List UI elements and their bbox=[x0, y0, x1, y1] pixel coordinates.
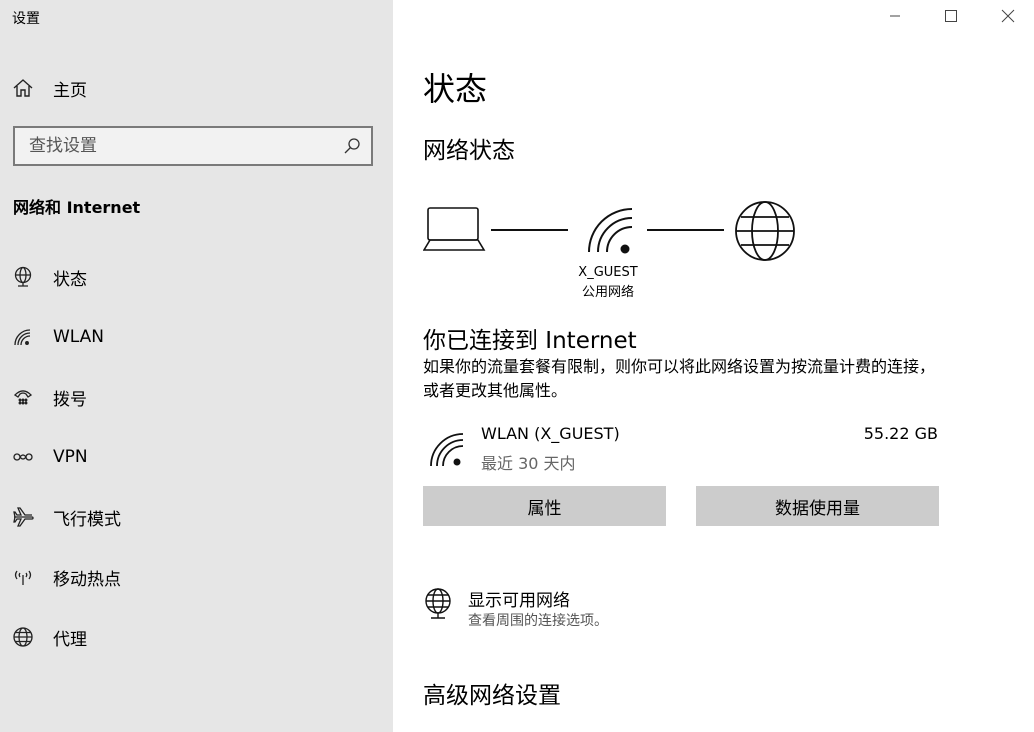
sidebar-item-label: WLAN bbox=[53, 327, 105, 347]
status-icon bbox=[12, 266, 34, 288]
main-content: 状态 网络状态 X_GUEST 公用网络 你已连接到 Internet 如果你的… bbox=[393, 0, 1034, 732]
sidebar-item-label: 状态 bbox=[53, 269, 87, 290]
advanced-settings-heading: 高级网络设置 bbox=[423, 683, 561, 709]
home-label: 主页 bbox=[53, 80, 87, 101]
properties-button[interactable]: 属性 bbox=[423, 486, 666, 526]
sidebar-item-vpn[interactable]: VPN bbox=[0, 437, 393, 477]
network-name: X_GUEST bbox=[578, 265, 638, 280]
airplane-icon bbox=[12, 506, 34, 528]
home-nav[interactable]: 主页 bbox=[12, 74, 87, 102]
sidebar-item-status[interactable]: 状态 bbox=[0, 257, 393, 297]
show-networks-icon[interactable] bbox=[423, 588, 453, 620]
dialup-icon bbox=[12, 386, 34, 408]
sidebar-item-proxy[interactable]: 代理 bbox=[0, 617, 393, 657]
sidebar-item-label: 移动热点 bbox=[53, 569, 121, 590]
connection-description: 如果你的流量套餐有限制，则你可以将此网络设置为按流量计费的连接，或者更改其他属性… bbox=[423, 357, 936, 400]
home-icon bbox=[12, 77, 34, 99]
usage-period: 最近 30 天内 bbox=[481, 454, 576, 473]
globe-icon bbox=[12, 626, 34, 648]
wifi-icon bbox=[588, 208, 633, 254]
sidebar-item-dialup[interactable]: 拨号 bbox=[0, 377, 393, 417]
network-type: 公用网络 bbox=[581, 285, 634, 300]
page-title: 状态 bbox=[423, 70, 488, 108]
sidebar-item-label: VPN bbox=[53, 447, 88, 467]
sidebar-item-label: 拨号 bbox=[53, 389, 87, 410]
section-title: 网络和 Internet bbox=[13, 198, 141, 217]
search-icon[interactable] bbox=[343, 137, 361, 155]
show-networks-link[interactable]: 显示可用网络 bbox=[468, 586, 570, 611]
connection-name: WLAN (X_GUEST) bbox=[481, 424, 620, 443]
wifi-icon bbox=[12, 326, 34, 348]
search-box[interactable] bbox=[13, 126, 373, 166]
sidebar-item-label: 飞行模式 bbox=[53, 509, 121, 530]
vpn-icon bbox=[12, 446, 34, 468]
globe-icon bbox=[735, 201, 795, 261]
sidebar: 设置 主页 网络和 Internet 状态 W bbox=[0, 0, 393, 732]
data-usage-button[interactable]: 数据使用量 bbox=[696, 486, 939, 526]
show-networks-subtitle: 查看周围的连接选项。 bbox=[468, 613, 608, 629]
network-status-heading: 网络状态 bbox=[423, 138, 515, 164]
laptop-icon bbox=[423, 207, 486, 251]
connected-heading: 你已连接到 Internet bbox=[423, 328, 637, 354]
data-usage-amount: 55.22 GB bbox=[863, 424, 938, 443]
sidebar-item-airplane[interactable]: 飞行模式 bbox=[0, 497, 393, 537]
wifi-icon bbox=[430, 433, 464, 467]
search-input[interactable] bbox=[29, 136, 343, 156]
app-title: 设置 bbox=[12, 11, 40, 27]
sidebar-item-wlan[interactable]: WLAN bbox=[0, 317, 393, 357]
sidebar-item-label: 代理 bbox=[53, 629, 87, 650]
sidebar-item-hotspot[interactable]: 移动热点 bbox=[0, 557, 393, 597]
hotspot-icon bbox=[12, 566, 34, 588]
